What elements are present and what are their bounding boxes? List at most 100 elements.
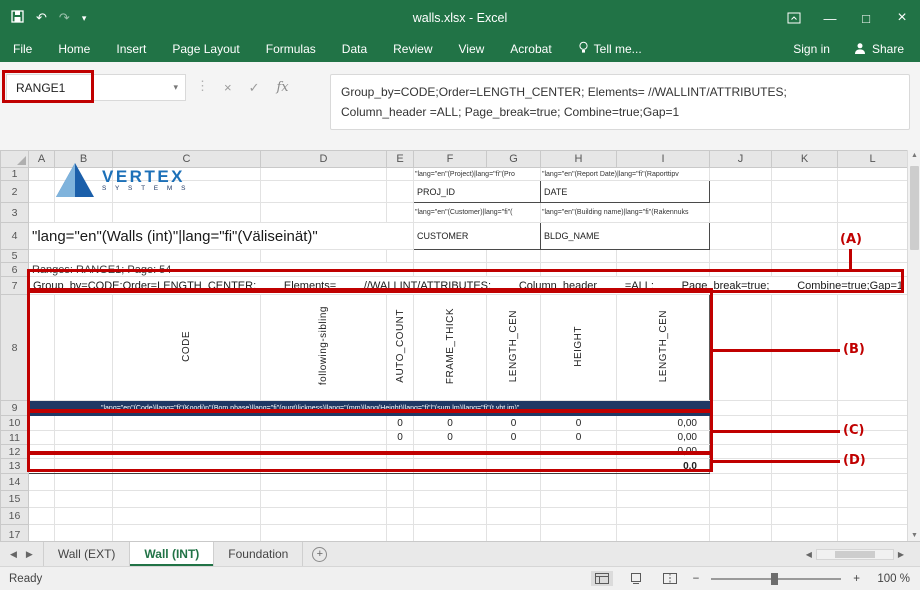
cell[interactable] bbox=[487, 474, 541, 491]
cell[interactable] bbox=[414, 459, 487, 474]
name-box[interactable]: RANGE1 ▾ bbox=[6, 74, 186, 101]
zoom-out-icon[interactable]: − bbox=[693, 573, 700, 585]
cell-report-date-lang[interactable]: "lang="en"(Report Date)|lang="fi"(Raport… bbox=[541, 168, 710, 181]
cell[interactable] bbox=[710, 223, 772, 250]
cell[interactable] bbox=[772, 474, 838, 491]
cell-value[interactable] bbox=[541, 445, 617, 459]
cell-header-code[interactable]: CODE bbox=[113, 295, 261, 401]
sheet-prev-icon[interactable]: ◀ bbox=[10, 549, 17, 560]
row-header-5[interactable]: 5 bbox=[1, 250, 29, 263]
sheet-next-icon[interactable]: ▶ bbox=[26, 549, 33, 560]
cell-date[interactable]: DATE bbox=[541, 181, 710, 203]
cell[interactable] bbox=[772, 431, 838, 445]
cell[interactable] bbox=[113, 474, 261, 491]
cell[interactable] bbox=[29, 416, 55, 431]
name-box-caret-icon[interactable]: ▾ bbox=[173, 82, 185, 93]
row-header-1[interactable]: 1 bbox=[1, 168, 29, 181]
cell[interactable] bbox=[55, 474, 113, 491]
cell[interactable] bbox=[838, 168, 908, 181]
row-header-10[interactable]: 10 bbox=[1, 416, 29, 431]
formula-input[interactable]: Group_by=CODE;Order=LENGTH_CENTER; Eleme… bbox=[330, 74, 910, 130]
zoom-slider-thumb[interactable] bbox=[771, 573, 778, 585]
cell[interactable] bbox=[414, 491, 487, 508]
cell[interactable] bbox=[387, 508, 414, 525]
cell[interactable] bbox=[29, 431, 55, 445]
cell[interactable] bbox=[838, 525, 908, 542]
row-header-12[interactable]: 12 bbox=[1, 445, 29, 459]
cell[interactable] bbox=[414, 508, 487, 525]
col-header-d[interactable]: D bbox=[261, 151, 387, 168]
cell-group-by-formula[interactable]: Group_by=CODE;Order=LENGTH_CENTER; Eleme… bbox=[29, 277, 908, 295]
cell[interactable] bbox=[838, 181, 908, 203]
cell[interactable] bbox=[55, 445, 113, 459]
view-normal-icon[interactable] bbox=[591, 571, 613, 586]
cell-value[interactable]: 0 bbox=[541, 416, 617, 431]
cell[interactable] bbox=[113, 168, 261, 181]
select-all-corner[interactable] bbox=[1, 151, 29, 168]
row-header-2[interactable]: 2 bbox=[1, 181, 29, 203]
cell-ranges[interactable]: Ranges: RANGE1; Page: 54 bbox=[29, 263, 414, 277]
cell[interactable] bbox=[838, 223, 908, 250]
cell[interactable] bbox=[113, 181, 261, 203]
cell[interactable] bbox=[113, 203, 261, 223]
hscroll-left-icon[interactable]: ◀ bbox=[806, 550, 812, 559]
cell[interactable] bbox=[261, 203, 387, 223]
cell[interactable] bbox=[772, 203, 838, 223]
cell-value[interactable] bbox=[487, 445, 541, 459]
cell-value[interactable]: 0,00 bbox=[617, 431, 710, 445]
scroll-down-icon[interactable]: ▼ bbox=[908, 532, 920, 539]
cell[interactable] bbox=[541, 525, 617, 542]
ribbon-display-options-icon[interactable] bbox=[776, 0, 812, 36]
cell[interactable] bbox=[387, 525, 414, 542]
cell[interactable] bbox=[261, 474, 387, 491]
qat-caret-icon[interactable]: ▾ bbox=[82, 13, 87, 24]
cell[interactable] bbox=[541, 263, 617, 277]
cell-total[interactable]: 0,0 bbox=[617, 459, 710, 474]
col-header-l[interactable]: L bbox=[838, 151, 908, 168]
horizontal-scroll-thumb[interactable] bbox=[835, 551, 875, 558]
cell[interactable] bbox=[541, 508, 617, 525]
cell[interactable] bbox=[113, 250, 261, 263]
redo-icon[interactable]: ↷ bbox=[59, 10, 70, 26]
hscroll-right-icon[interactable]: ▶ bbox=[898, 550, 904, 559]
tell-me-box[interactable]: Tell me... bbox=[565, 41, 655, 57]
cell[interactable] bbox=[541, 459, 617, 474]
cell[interactable] bbox=[710, 203, 772, 223]
cell-value[interactable]: 0 bbox=[541, 431, 617, 445]
row-header-3[interactable]: 3 bbox=[1, 203, 29, 223]
cell[interactable] bbox=[617, 474, 710, 491]
cell[interactable] bbox=[29, 181, 55, 203]
cell[interactable] bbox=[29, 474, 55, 491]
cell[interactable] bbox=[772, 295, 838, 401]
cell[interactable] bbox=[261, 508, 387, 525]
fx-icon[interactable]: fx bbox=[277, 80, 289, 95]
cell-customer-lang[interactable]: "lang="en"(Customer)|lang="fi"( bbox=[414, 203, 541, 223]
cell[interactable] bbox=[29, 445, 55, 459]
cell-header-length-cen-1[interactable]: LENGTH_CEN bbox=[487, 295, 541, 401]
cell[interactable] bbox=[710, 474, 772, 491]
cell[interactable] bbox=[710, 445, 772, 459]
cell-bldg-name[interactable]: BLDG_NAME bbox=[541, 223, 710, 250]
cell[interactable] bbox=[387, 181, 414, 203]
cell[interactable] bbox=[710, 459, 772, 474]
cell-header-height[interactable]: HEIGHT bbox=[541, 295, 617, 401]
cell[interactable] bbox=[487, 263, 541, 277]
cell[interactable] bbox=[772, 401, 838, 416]
cell[interactable] bbox=[838, 445, 908, 459]
col-header-f[interactable]: F bbox=[414, 151, 487, 168]
save-icon[interactable] bbox=[11, 10, 24, 26]
cell[interactable] bbox=[113, 416, 261, 431]
row-header-16[interactable]: 16 bbox=[1, 508, 29, 525]
col-header-a[interactable]: A bbox=[29, 151, 55, 168]
cell[interactable] bbox=[387, 203, 414, 223]
row-header-11[interactable]: 11 bbox=[1, 431, 29, 445]
cell[interactable] bbox=[487, 508, 541, 525]
cell[interactable] bbox=[487, 525, 541, 542]
cell[interactable] bbox=[838, 263, 908, 277]
cell[interactable] bbox=[414, 263, 487, 277]
view-page-break-icon[interactable] bbox=[659, 571, 681, 586]
cell[interactable] bbox=[617, 250, 710, 263]
tab-file[interactable]: File bbox=[0, 36, 45, 62]
row-header-7[interactable]: 7 bbox=[1, 277, 29, 295]
cell-value[interactable] bbox=[387, 445, 414, 459]
